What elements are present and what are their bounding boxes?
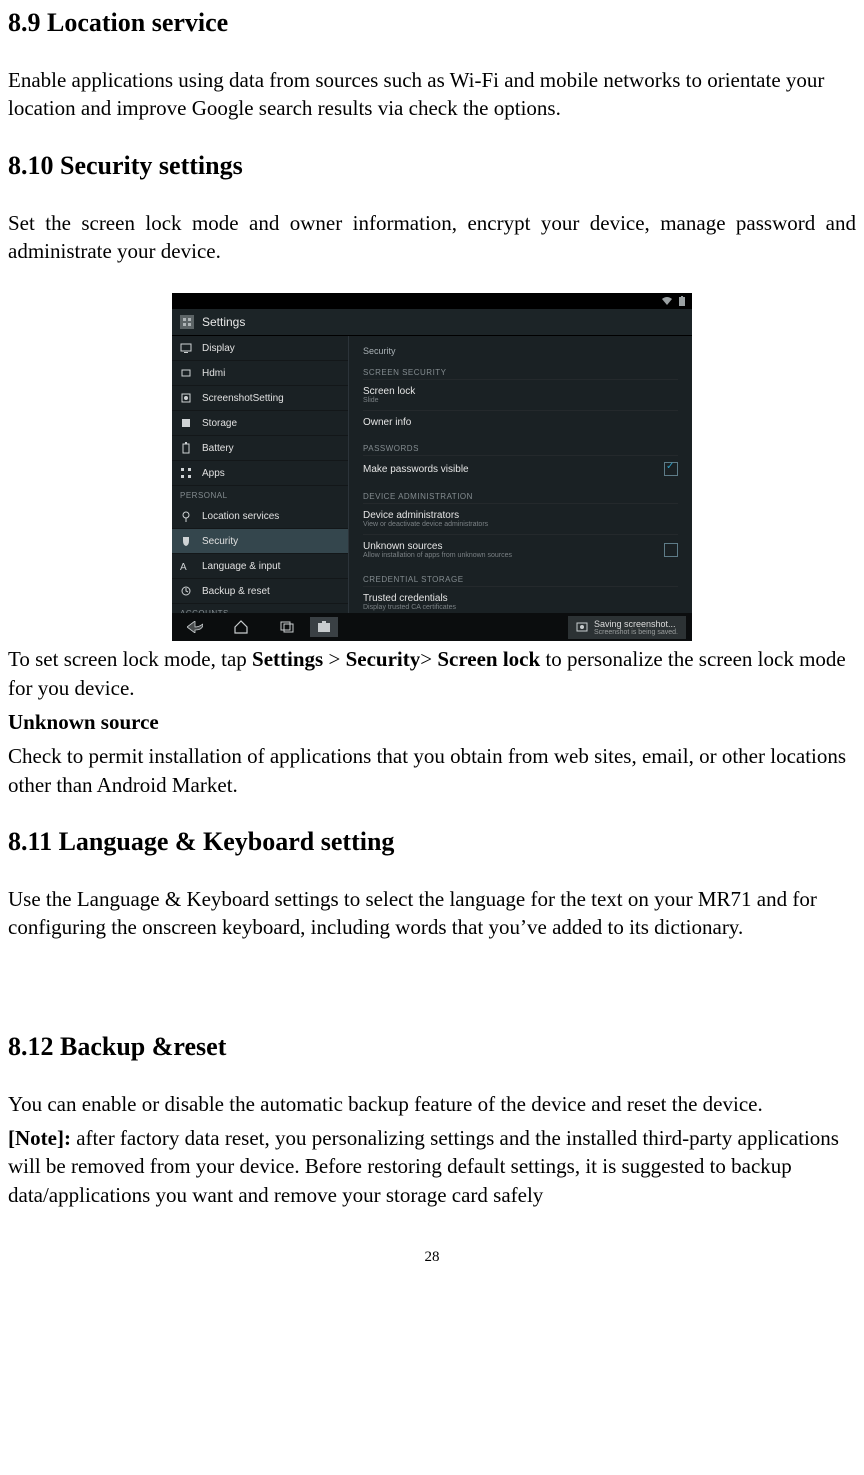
hdmi-icon (180, 367, 192, 379)
row-secondary: View or deactivate device administrators (363, 521, 678, 528)
row-primary: Device administrators (363, 510, 678, 521)
sidebar-item-label: Storage (202, 418, 237, 429)
settings-row[interactable]: Make passwords visible (363, 455, 678, 482)
nav-bar: Saving screenshot... Screenshot is being… (172, 613, 692, 641)
page-number: 28 (8, 1249, 856, 1266)
nav-back-icon[interactable] (172, 613, 218, 641)
section-header: CREDENTIAL STORAGE (363, 565, 678, 586)
toast-subtitle: Screenshot is being saved. (594, 629, 678, 636)
apps-icon (180, 467, 192, 479)
sidebar-item-language-input[interactable]: A Language & input (172, 554, 348, 579)
security-icon (180, 535, 192, 547)
display-icon (180, 342, 192, 354)
sidebar-item-label: Security (202, 536, 238, 547)
sidebar-item-hdmi[interactable]: Hdmi (172, 361, 348, 386)
heading-8-12: 8.12 Backup &reset (8, 1032, 856, 1062)
row-secondary: Allow installation of apps from unknown … (363, 552, 664, 559)
sidebar-item-label: ScreenshotSetting (202, 393, 284, 404)
sidebar-item-apps[interactable]: Apps (172, 461, 348, 486)
para-8-10-intro: Set the screen lock mode and owner infor… (8, 209, 856, 266)
settings-row[interactable]: Device administratorsView or deactivate … (363, 503, 678, 534)
heading-8-11: 8.11 Language & Keyboard setting (8, 827, 856, 857)
unknown-source-body: Check to permit installation of applicat… (8, 742, 856, 799)
device-screenshot: Settings Display Hdmi ScreenshotSetting Sto… (172, 293, 692, 641)
para-8-9: Enable applications using data from sour… (8, 66, 856, 123)
checkbox[interactable] (664, 543, 678, 557)
settings-app-icon (180, 315, 194, 329)
settings-sidebar[interactable]: Display Hdmi ScreenshotSetting Storage Batte… (172, 336, 349, 614)
settings-row[interactable]: Unknown sourcesAllow installation of app… (363, 534, 678, 565)
titlebar: Settings (172, 309, 692, 336)
para-8-12-intro: You can enable or disable the automatic … (8, 1090, 856, 1118)
row-secondary: Slide (363, 397, 678, 404)
sidebar-header: PERSONAL (172, 486, 348, 504)
row-secondary: Display trusted CA certificates (363, 604, 678, 611)
sidebar-item-label: Hdmi (202, 368, 225, 379)
sidebar-item-label: Battery (202, 443, 234, 454)
heading-8-10: 8.10 Security settings (8, 151, 856, 181)
screenshot-icon (180, 392, 192, 404)
settings-row[interactable]: Owner info (363, 410, 678, 434)
para-screenlock: To set screen lock mode, tap Settings > … (8, 645, 856, 702)
status-bar (172, 293, 692, 309)
section-header: DEVICE ADMINISTRATION (363, 482, 678, 503)
sidebar-item-backup-reset[interactable]: Backup & reset (172, 579, 348, 604)
sidebar-item-label: Backup & reset (202, 586, 270, 597)
sidebar-item-screenshotsetting[interactable]: ScreenshotSetting (172, 386, 348, 411)
storage-icon (180, 417, 192, 429)
sidebar-item-label: Display (202, 343, 235, 354)
sidebar-item-display[interactable]: Display (172, 336, 348, 361)
main-title: Security (363, 336, 678, 358)
settings-row[interactable]: Trusted credentialsDisplay trusted CA ce… (363, 586, 678, 614)
section-header: PASSWORDS (363, 434, 678, 455)
nav-home-icon[interactable] (218, 613, 264, 641)
section-header: SCREEN SECURITY (363, 358, 678, 379)
wifi-icon (662, 297, 672, 305)
sidebar-item-location-services[interactable]: Location services (172, 504, 348, 529)
location-icon (180, 510, 192, 522)
checkbox[interactable] (664, 462, 678, 476)
row-primary: Owner info (363, 417, 678, 428)
para-8-11: Use the Language & Keyboard settings to … (8, 885, 856, 942)
nav-screenshot-icon[interactable] (310, 617, 338, 637)
row-primary: Trusted credentials (363, 593, 678, 604)
language-icon: A (180, 560, 192, 572)
row-primary: Screen lock (363, 386, 678, 397)
titlebar-text: Settings (202, 315, 245, 329)
svg-text:A: A (180, 562, 187, 572)
nav-recents-icon[interactable] (264, 613, 310, 641)
row-primary: Make passwords visible (363, 464, 664, 475)
sidebar-item-security[interactable]: Security (172, 529, 348, 554)
para-8-12-note: [Note]: after factory data reset, you pe… (8, 1124, 856, 1209)
row-primary: Unknown sources (363, 541, 664, 552)
unknown-source-heading: Unknown source (8, 708, 856, 736)
screenshot-toast: Saving screenshot... Screenshot is being… (568, 616, 686, 639)
sidebar-item-label: Language & input (202, 561, 280, 572)
settings-row[interactable]: Screen lockSlide (363, 379, 678, 410)
toast-title: Saving screenshot... (594, 619, 678, 629)
sidebar-item-storage[interactable]: Storage (172, 411, 348, 436)
battery-icon (180, 442, 192, 454)
sidebar-item-label: Apps (202, 468, 225, 479)
settings-main[interactable]: SecuritySCREEN SECURITYScreen lockSlideO… (349, 336, 692, 614)
sidebar-item-battery[interactable]: Battery (172, 436, 348, 461)
battery-icon (678, 296, 686, 306)
heading-8-9: 8.9 Location service (8, 8, 856, 38)
backup-icon (180, 585, 192, 597)
sidebar-item-label: Location services (202, 511, 279, 522)
